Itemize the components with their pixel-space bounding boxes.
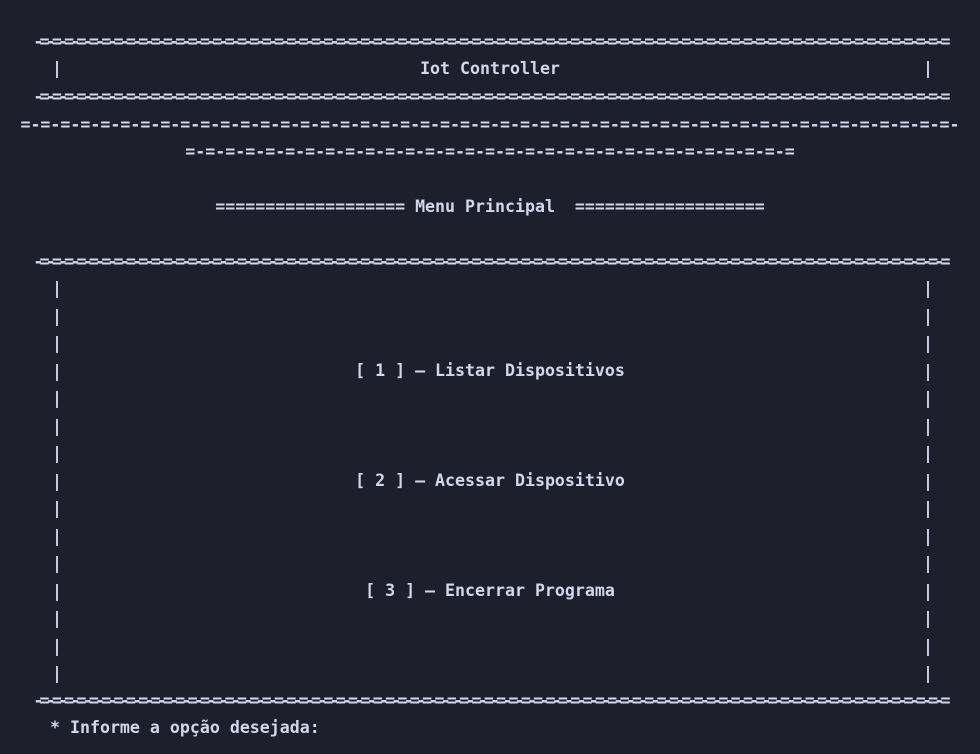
menu-option-acessar-dispositivo[interactable]: [ 2 ] — Acessar Dispositivo — [0, 471, 980, 491]
menu-left-border: | — [52, 307, 62, 326]
menu-left-border: | — [52, 389, 62, 408]
menu-left-border: | — [52, 417, 62, 436]
menu-right-border: | — [923, 444, 933, 463]
header-right-border: | — [923, 59, 933, 78]
menu-right-border: | — [923, 664, 933, 683]
menu-left-border: | — [52, 664, 62, 683]
menu-bottom-border: -=-=-=-=-=-=-=-=-=-=-=-=-=-=-=-=-=-=-=-=… — [33, 691, 950, 710]
menu-left-border: | — [52, 637, 62, 656]
menu-right-border: | — [923, 554, 933, 573]
menu-option-encerrar-programa[interactable]: [ 3 ] — Encerrar Programa — [0, 581, 980, 601]
menu-right-border: | — [923, 334, 933, 353]
menu-left-border: | — [52, 499, 62, 518]
menu-right-border: | — [923, 527, 933, 546]
option-input[interactable] — [329, 718, 530, 738]
prompt-label: * Informe a opção desejada: — [50, 718, 320, 737]
terminal-window: -=-=-=-=-=-=-=-=-=-=-=-=-=-=-=-=-=-=-=-=… — [0, 0, 980, 754]
decorative-rule-medium: =-=-=-=-=-=-=-=-=-=-=-=-=-=-=-=-=-=-=-=-… — [20, 115, 960, 134]
menu-right-border: | — [923, 609, 933, 628]
menu-left-border: | — [52, 444, 62, 463]
menu-left-border: | — [52, 554, 62, 573]
input-prompt: * Informe a opção desejada: — [50, 718, 530, 738]
menu-left-border: | — [52, 527, 62, 546]
menu-heading: =================== Menu Principal =====… — [215, 197, 765, 216]
app-title: Iot Controller — [420, 59, 560, 78]
menu-right-border: | — [923, 499, 933, 518]
header-bottom-border: -=-=-=-=-=-=-=-=-=-=-=-=-=-=-=-=-=-=-=-=… — [33, 87, 950, 106]
menu-left-border: | — [52, 609, 62, 628]
menu-right-border: | — [923, 637, 933, 656]
menu-right-border: | — [923, 389, 933, 408]
menu-top-border: -=-=-=-=-=-=-=-=-=-=-=-=-=-=-=-=-=-=-=-=… — [33, 252, 950, 271]
menu-right-border: | — [923, 279, 933, 298]
menu-right-border: | — [923, 307, 933, 326]
menu-left-border: | — [52, 279, 62, 298]
menu-option-listar-dispositivos[interactable]: [ 1 ] — Listar Dispositivos — [0, 361, 980, 381]
header-top-border: -=-=-=-=-=-=-=-=-=-=-=-=-=-=-=-=-=-=-=-=… — [33, 32, 950, 51]
menu-right-border: | — [923, 417, 933, 436]
menu-left-border: | — [52, 334, 62, 353]
decorative-rule-short: =-=-=-=-=-=-=-=-=-=-=-=-=-=-=-=-=-=-=-=-… — [185, 142, 795, 161]
